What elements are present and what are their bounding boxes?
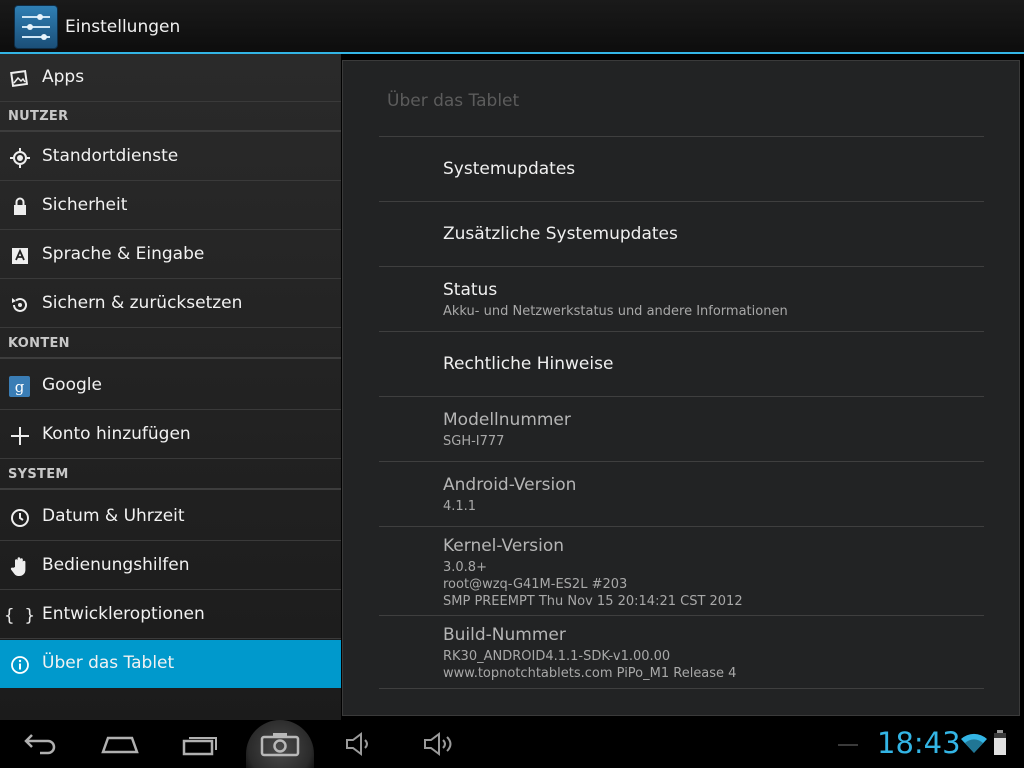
settings-sidebar: Apps NUTZER Standortdienste Sicherheit S…: [0, 54, 341, 720]
sidebar-item-label: Sicherheit: [42, 195, 128, 215]
sidebar-item-sprache[interactable]: Sprache & Eingabe: [0, 231, 341, 279]
pref-title: Android-Version: [443, 475, 577, 495]
svg-text:g: g: [15, 378, 25, 396]
sidebar-item-ueber-das-tablet[interactable]: Über das Tablet: [0, 640, 341, 688]
pref-summary: 3.0.8+: [443, 560, 487, 575]
pref-build-nummer[interactable]: Build-Nummer RK30_ANDROID4.1.1-SDK-v1.00…: [443, 625, 983, 682]
pref-title: Build-Nummer: [443, 625, 566, 645]
sidebar-item-standortdienste[interactable]: Standortdienste: [0, 133, 341, 181]
back-icon[interactable]: [12, 720, 68, 768]
sidebar-item-label: Sichern & zurücksetzen: [42, 293, 243, 313]
pref-rechtliche-hinweise[interactable]: Rechtliche Hinweise: [443, 354, 983, 374]
pref-title: Kernel-Version: [443, 536, 565, 556]
notification-divider: [838, 744, 858, 746]
sidebar-item-konto-hinzufuegen[interactable]: Konto hinzufügen: [0, 411, 341, 459]
pref-summary: RK30_ANDROID4.1.1-SDK-v1.00.00: [443, 649, 671, 664]
pref-modellnummer: Modellnummer SGH-I777: [443, 410, 983, 450]
pref-android-version[interactable]: Android-Version 4.1.1: [443, 475, 983, 515]
add-icon: [9, 425, 30, 446]
page-title: Über das Tablet: [387, 91, 520, 111]
sidebar-item-label: Bedienungshilfen: [42, 555, 190, 575]
divider: [379, 331, 984, 332]
sidebar-item-label: Sprache & Eingabe: [42, 244, 205, 264]
sidebar-item-sicherheit[interactable]: Sicherheit: [0, 182, 341, 230]
hand-icon: [9, 556, 30, 577]
pref-title: Zusätzliche Systemupdates: [443, 224, 678, 244]
section-header-label: KONTEN: [8, 336, 70, 351]
sidebar-item-label: Über das Tablet: [42, 653, 175, 673]
volume-down-icon[interactable]: [336, 720, 384, 768]
section-header-label: NUTZER: [8, 109, 69, 124]
info-icon: [9, 654, 30, 675]
wifi-icon: [960, 732, 988, 758]
sidebar-item-apps[interactable]: Apps: [0, 54, 341, 102]
divider: [379, 396, 984, 397]
sidebar-item-bedienungshilfen[interactable]: Bedienungshilfen: [0, 542, 341, 590]
pref-title: Modellnummer: [443, 410, 571, 430]
system-bar: 18:43: [0, 720, 1024, 768]
google-icon: g: [9, 376, 30, 397]
lock-icon: [9, 196, 30, 217]
divider: [379, 615, 984, 616]
sidebar-item-entwickleroptionen[interactable]: { } Entwickleroptionen: [0, 591, 341, 639]
pref-kernel-version: Kernel-Version 3.0.8+ root@wzq-G41M-ES2L…: [443, 536, 983, 610]
pref-title: Systemupdates: [443, 159, 576, 179]
sidebar-item-label: Datum & Uhrzeit: [42, 506, 185, 526]
pref-summary: www.topnotchtablets.com PiPo_M1 Release …: [443, 666, 737, 681]
backup-icon: [9, 294, 30, 315]
sidebar-item-sichern[interactable]: Sichern & zurücksetzen: [0, 280, 341, 328]
pref-summary: 4.1.1: [443, 499, 477, 514]
clock[interactable]: 18:43: [877, 726, 961, 760]
sidebar-item-label: Entwickleroptionen: [42, 604, 205, 624]
pref-summary: Akku- und Netzwerkstatus und andere Info…: [443, 304, 788, 319]
pref-summary: SMP PREEMPT Thu Nov 15 20:14:21 CST 2012: [443, 594, 743, 609]
language-icon: [9, 245, 30, 266]
pref-systemupdates[interactable]: Systemupdates: [443, 159, 983, 179]
apps-icon: [9, 68, 30, 89]
divider: [379, 136, 984, 137]
section-header-system: SYSTEM: [0, 460, 341, 490]
divider: [379, 201, 984, 202]
pref-zusaetzliche-systemupdates[interactable]: Zusätzliche Systemupdates: [443, 224, 983, 244]
divider: [379, 688, 984, 689]
pref-title: Status: [443, 280, 498, 300]
clock-icon: [9, 507, 30, 528]
screenshot-camera-icon[interactable]: [244, 720, 316, 768]
sidebar-item-google[interactable]: g Google: [0, 362, 341, 410]
sidebar-item-label: Apps: [42, 67, 85, 87]
battery-icon: [993, 730, 1007, 760]
braces-icon: { }: [4, 605, 35, 626]
recent-apps-icon[interactable]: [172, 720, 228, 768]
location-icon: [9, 147, 30, 168]
divider: [379, 266, 984, 267]
home-icon[interactable]: [92, 720, 148, 768]
sidebar-item-label: Konto hinzufügen: [42, 424, 191, 444]
sidebar-item-datum-uhrzeit[interactable]: Datum & Uhrzeit: [0, 493, 341, 541]
app-title: Einstellungen: [65, 17, 181, 37]
section-header-nutzer: NUTZER: [0, 102, 341, 132]
sidebar-item-label: Google: [42, 375, 102, 395]
about-tablet-panel: Über das Tablet Systemupdates Zusätzlich…: [342, 60, 1020, 716]
pref-title: Rechtliche Hinweise: [443, 354, 614, 374]
section-header-label: SYSTEM: [8, 467, 69, 482]
action-bar: Einstellungen: [0, 0, 1024, 54]
divider: [379, 526, 984, 527]
pref-status[interactable]: Status Akku- und Netzwerkstatus und ande…: [443, 280, 983, 320]
pref-summary: SGH-I777: [443, 434, 505, 449]
sidebar-item-label: Standortdienste: [42, 146, 179, 166]
volume-up-icon[interactable]: [416, 720, 464, 768]
divider: [379, 461, 984, 462]
pref-summary: root@wzq-G41M-ES2L #203: [443, 577, 628, 592]
section-header-konten: KONTEN: [0, 329, 341, 359]
settings-sliders-icon[interactable]: [14, 5, 58, 49]
